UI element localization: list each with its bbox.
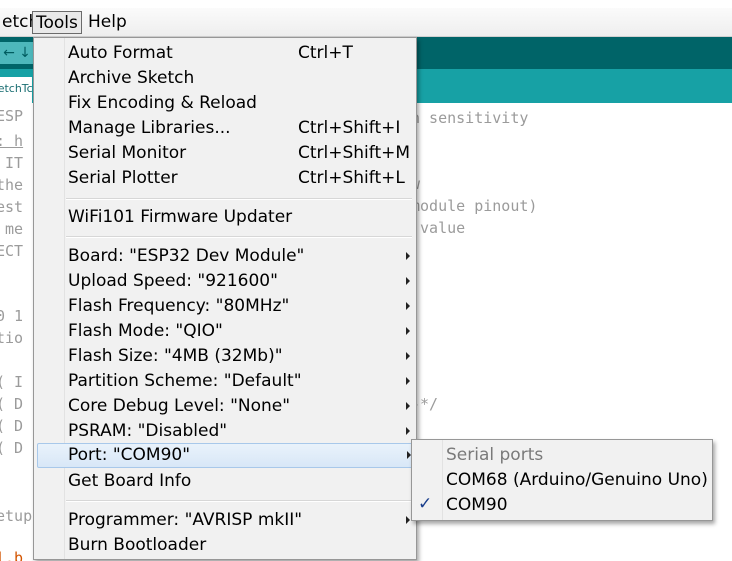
submenu-arrow-icon <box>406 377 410 385</box>
menu-item-upload-speed[interactable]: Upload Speed: "921600" <box>37 269 413 294</box>
menu-item-label: Burn Bootloader <box>68 535 207 555</box>
code-line: ( I <box>0 373 24 391</box>
menu-item-label: Upload Speed: "921600" <box>68 271 278 291</box>
menu-item-label: Flash Mode: "QIO" <box>68 321 223 341</box>
code-line: n sensitivity <box>411 109 529 127</box>
menu-item-get-board-info[interactable]: Get Board Info <box>37 469 413 494</box>
menu-separator <box>66 198 412 200</box>
submenu-arrow-icon <box>406 277 410 285</box>
code-line: ( D <box>0 395 24 413</box>
menu-item-wifi101-updater[interactable]: WiFi101 Firmware Updater <box>37 205 413 230</box>
menu-item-label: Archive Sketch <box>68 68 195 88</box>
code-line: ( D <box>0 417 24 435</box>
port-option-com90[interactable]: COM90 <box>446 495 508 520</box>
port-option-com68[interactable]: COM68 (Arduino/Genuino Uno) <box>446 470 708 495</box>
sketch-tab-label: sketchTc <box>0 82 32 95</box>
code-line: : h <box>0 132 24 150</box>
menu-item-serial-monitor[interactable]: Serial Monitor Ctrl+Shift+M <box>37 141 413 166</box>
code-line: value <box>411 219 466 237</box>
submenu-arrow-icon <box>406 302 410 310</box>
menu-item-fix-encoding[interactable]: Fix Encoding & Reload <box>37 91 413 116</box>
code-line: ( D <box>0 439 24 457</box>
menu-item-label: PSRAM: "Disabled" <box>68 421 228 441</box>
menu-bar: etch Tools Help <box>0 8 732 37</box>
submenu-arrow-icon <box>406 516 410 524</box>
code-line: IT <box>5 154 24 172</box>
menu-item-archive-sketch[interactable]: Archive Sketch <box>37 66 413 91</box>
menu-item-shortcut: Ctrl+Shift+L <box>298 168 405 188</box>
menu-item-partition-scheme[interactable]: Partition Scheme: "Default" <box>37 369 413 394</box>
menu-item-programmer[interactable]: Programmer: "AVRISP mkII" <box>37 508 413 533</box>
menu-item-serial-plotter[interactable]: Serial Plotter Ctrl+Shift+L <box>37 166 413 191</box>
menu-item-label: Port: "COM90" <box>68 445 191 465</box>
menu-item-label: Partition Scheme: "Default" <box>68 371 302 391</box>
code-line: me <box>5 220 24 238</box>
window-top-edge <box>0 0 732 8</box>
menu-item-label: Manage Libraries... <box>68 118 231 138</box>
menu-item-flash-mode[interactable]: Flash Mode: "QIO" <box>37 319 413 344</box>
tools-menu: Auto Format Ctrl+T Archive Sketch Fix En… <box>33 37 417 560</box>
code-line: 0 1 <box>0 307 24 325</box>
menu-separator <box>66 500 412 502</box>
menu-tools[interactable]: Tools <box>32 11 82 34</box>
menu-item-port[interactable]: Port: "COM90" <box>37 443 415 468</box>
menu-item-psram[interactable]: PSRAM: "Disabled" <box>37 419 413 444</box>
code-line: l.b <box>0 549 24 561</box>
menu-item-label: Fix Encoding & Reload <box>68 93 257 113</box>
menu-item-auto-format[interactable]: Auto Format Ctrl+T <box>37 41 413 66</box>
menu-item-shortcut: Ctrl+T <box>298 43 353 63</box>
menu-item-label: Get Board Info <box>68 471 192 491</box>
menu-help[interactable]: Help <box>85 11 130 33</box>
menu-separator <box>66 236 412 238</box>
sketch-tab[interactable]: sketchTc <box>0 77 32 103</box>
code-line: ESP <box>0 107 24 125</box>
code-line: etup <box>0 507 33 525</box>
menu-item-burn-bootloader[interactable]: Burn Bootloader <box>37 533 413 558</box>
serial-ports-header: Serial ports <box>446 445 544 465</box>
menu-item-board[interactable]: Board: "ESP32 Dev Module" <box>37 244 413 269</box>
menu-item-label: WiFi101 Firmware Updater <box>68 207 293 227</box>
menu-item-label: Flash Frequency: "80MHz" <box>68 296 290 316</box>
checkmark-icon: ✓ <box>418 494 433 514</box>
menu-item-label: Auto Format <box>68 43 173 63</box>
menu-item-flash-frequency[interactable]: Flash Frequency: "80MHz" <box>37 294 413 319</box>
submenu-arrow-icon <box>406 327 410 335</box>
menu-item-label: Serial Plotter <box>68 168 178 188</box>
submenu-arrow-icon <box>406 427 410 435</box>
menu-item-core-debug-level[interactable]: Core Debug Level: "None" <box>37 394 413 419</box>
menu-item-label: Flash Size: "4MB (32Mb)" <box>68 346 283 366</box>
menu-item-manage-libraries[interactable]: Manage Libraries... Ctrl+Shift+I <box>37 116 413 141</box>
code-line: tio <box>0 329 24 347</box>
code-line: module pinout) <box>411 197 538 215</box>
menu-item-label: Core Debug Level: "None" <box>68 396 291 416</box>
submenu-arrow-icon <box>406 352 410 360</box>
submenu-arrow-icon <box>406 402 410 410</box>
port-submenu: Serial ports COM68 (Arduino/Genuino Uno)… <box>411 439 713 521</box>
code-line: est <box>0 198 24 216</box>
code-line: the <box>0 176 24 194</box>
menu-item-label: Board: "ESP32 Dev Module" <box>68 246 305 266</box>
menu-item-label: Programmer: "AVRISP mkII" <box>68 510 303 530</box>
code-line: ECT <box>0 242 24 260</box>
submenu-arrow-icon <box>406 252 410 260</box>
menu-item-label: Serial Monitor <box>68 143 187 163</box>
menu-item-shortcut: Ctrl+Shift+M <box>298 143 411 163</box>
menu-item-flash-size[interactable]: Flash Size: "4MB (32Mb)" <box>37 344 413 369</box>
menu-item-shortcut: Ctrl+Shift+I <box>298 118 401 138</box>
download-icon[interactable]: ↓ <box>16 42 34 64</box>
